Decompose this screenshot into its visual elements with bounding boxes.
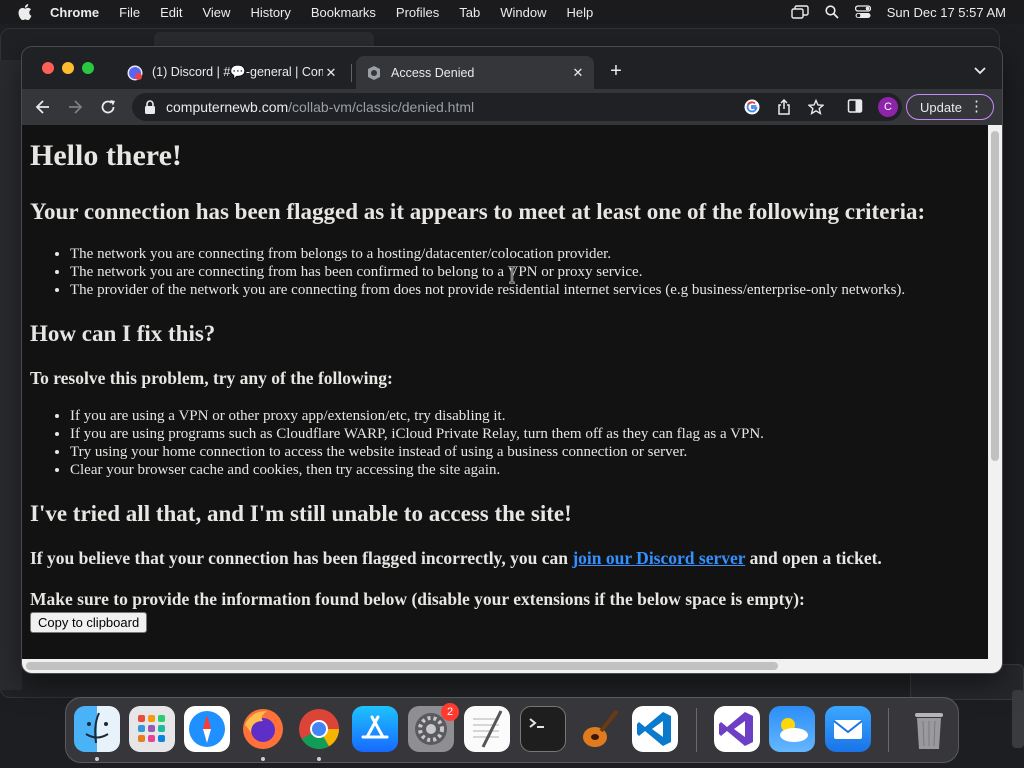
finder-icon[interactable] bbox=[74, 706, 120, 752]
menu-app-name[interactable]: Chrome bbox=[50, 5, 99, 20]
fix-heading: How can I fix this? bbox=[30, 321, 216, 346]
menu-bar-status: Sun Dec 17 5:57 AM bbox=[791, 0, 1006, 24]
tab-title: Access Denied bbox=[391, 65, 475, 80]
tab-search-chevron-icon[interactable] bbox=[972, 62, 988, 78]
url-domain: computernewb.com bbox=[166, 99, 289, 115]
new-tab-button[interactable]: + bbox=[605, 61, 627, 83]
google-lens-icon[interactable] bbox=[742, 93, 762, 121]
horizontal-scrollbar[interactable] bbox=[22, 659, 1002, 673]
list-item: If you are using a VPN or other proxy ap… bbox=[70, 407, 764, 425]
list-item: The network you are connecting from belo… bbox=[70, 245, 905, 263]
discord-server-link[interactable]: join our Discord server bbox=[572, 548, 745, 568]
incorrect-suffix: and open a ticket. bbox=[745, 548, 882, 568]
incorrect-flag-text: If you believe that your connection has … bbox=[30, 548, 882, 569]
running-indicator bbox=[317, 757, 321, 761]
profile-avatar[interactable]: C bbox=[878, 97, 898, 117]
fix-subheading: To resolve this problem, try any of the … bbox=[30, 368, 393, 388]
garageband-icon[interactable] bbox=[576, 706, 622, 752]
forward-arrow-icon[interactable] bbox=[66, 98, 84, 116]
fullscreen-window-button[interactable] bbox=[82, 62, 94, 74]
trash-icon[interactable] bbox=[906, 706, 952, 752]
incorrect-prefix: If you believe that your connection has … bbox=[30, 548, 573, 568]
tab-separator bbox=[351, 64, 352, 82]
update-button[interactable]: Update ⋮ bbox=[906, 94, 994, 120]
spotlight-search-icon[interactable] bbox=[825, 5, 839, 19]
running-indicator bbox=[261, 757, 265, 761]
browser-toolbar: computernewb.com/collab-vm/classic/denie… bbox=[22, 89, 1002, 125]
url-path: /collab-vm/classic/denied.html bbox=[288, 99, 475, 115]
more-menu-icon[interactable]: ⋮ bbox=[969, 98, 984, 116]
reload-icon[interactable] bbox=[99, 98, 117, 116]
close-tab-icon[interactable]: ✕ bbox=[570, 65, 586, 81]
control-center-icon[interactable] bbox=[854, 5, 871, 19]
discord-icon bbox=[127, 65, 143, 81]
lock-icon[interactable] bbox=[144, 100, 156, 114]
menu-help[interactable]: Help bbox=[567, 5, 594, 20]
menu-history[interactable]: History bbox=[250, 5, 290, 20]
list-item: Try using your home connection to access… bbox=[70, 443, 764, 461]
textedit-icon[interactable] bbox=[464, 706, 510, 752]
menu-profiles[interactable]: Profiles bbox=[396, 5, 439, 20]
fixes-list: If you are using a VPN or other proxy ap… bbox=[70, 407, 764, 479]
chrome-icon[interactable] bbox=[296, 706, 342, 752]
page-viewport: Hello there! Your connection has been fl… bbox=[22, 125, 988, 659]
menu-view[interactable]: View bbox=[202, 5, 230, 20]
back-arrow-icon[interactable] bbox=[34, 98, 52, 116]
tab-access-denied[interactable]: Access Denied ✕ bbox=[356, 56, 594, 89]
visual-studio-icon[interactable] bbox=[714, 706, 760, 752]
tab-discord[interactable]: (1) Discord | #💬-general | Com ✕ bbox=[117, 56, 347, 89]
launchpad-icon[interactable] bbox=[129, 706, 175, 752]
tried-heading: I've tried all that, and I'm still unabl… bbox=[30, 501, 572, 526]
vertical-scrollbar[interactable] bbox=[988, 125, 1002, 659]
tab-title: (1) Discord | #💬-general | Com bbox=[152, 65, 323, 79]
copy-to-clipboard-button[interactable]: Copy to clipboard bbox=[30, 612, 148, 633]
scrollbar-thumb[interactable] bbox=[991, 131, 999, 461]
close-window-button[interactable] bbox=[42, 62, 54, 74]
mail-icon[interactable] bbox=[825, 706, 871, 752]
close-tab-icon[interactable]: ✕ bbox=[323, 65, 339, 81]
app-store-icon[interactable] bbox=[352, 706, 398, 752]
side-panel-icon[interactable] bbox=[847, 98, 865, 116]
criteria-list: The network you are connecting from belo… bbox=[70, 245, 905, 299]
weather-icon[interactable] bbox=[769, 706, 815, 752]
address-bar[interactable]: computernewb.com/collab-vm/classic/denie… bbox=[132, 93, 902, 121]
bookmark-star-icon[interactable] bbox=[806, 93, 826, 121]
apple-menu-icon[interactable] bbox=[18, 4, 36, 20]
collabvm-icon bbox=[366, 65, 382, 81]
dock-separator bbox=[888, 708, 889, 752]
menu-bar: Chrome File Edit View History Bookmarks … bbox=[0, 0, 1024, 24]
menu-edit[interactable]: Edit bbox=[160, 5, 182, 20]
menu-tab[interactable]: Tab bbox=[459, 5, 480, 20]
menu-clock[interactable]: Sun Dec 17 5:57 AM bbox=[887, 5, 1006, 20]
scrollbar-thumb[interactable] bbox=[26, 662, 778, 670]
list-item: Clear your browser cache and cookies, th… bbox=[70, 461, 764, 479]
dock-separator bbox=[696, 708, 697, 752]
list-item: If you are using programs such as Cloudf… bbox=[70, 425, 764, 443]
notification-badge: 2 bbox=[441, 703, 459, 721]
list-item: The provider of the network you are conn… bbox=[70, 281, 905, 299]
safari-icon[interactable] bbox=[184, 706, 230, 752]
firefox-icon[interactable] bbox=[240, 706, 286, 752]
terminal-icon[interactable] bbox=[520, 706, 566, 752]
vscode-icon[interactable] bbox=[632, 706, 678, 752]
background-window-edge bbox=[1012, 690, 1024, 748]
update-label: Update bbox=[920, 99, 962, 115]
running-indicator bbox=[95, 757, 99, 761]
page-heading: Hello there! bbox=[30, 139, 182, 172]
share-icon[interactable] bbox=[774, 93, 794, 121]
menu-file[interactable]: File bbox=[119, 5, 140, 20]
list-item: The network you are connecting from has … bbox=[70, 263, 905, 281]
text-cursor-icon bbox=[509, 266, 515, 284]
screen-mirroring-icon[interactable] bbox=[791, 5, 809, 19]
tab-strip: (1) Discord | #💬-general | Com ✕ Access … bbox=[22, 47, 1002, 89]
dock bbox=[65, 697, 959, 763]
background-sidebar bbox=[0, 60, 22, 690]
menu-bookmarks[interactable]: Bookmarks bbox=[311, 5, 376, 20]
menu-window[interactable]: Window bbox=[500, 5, 546, 20]
flagged-heading: Your connection has been flagged as it a… bbox=[30, 199, 926, 224]
minimize-window-button[interactable] bbox=[62, 62, 74, 74]
info-instructions: Make sure to provide the information fou… bbox=[30, 589, 805, 609]
browser-window: (1) Discord | #💬-general | Com ✕ Access … bbox=[22, 47, 1002, 673]
